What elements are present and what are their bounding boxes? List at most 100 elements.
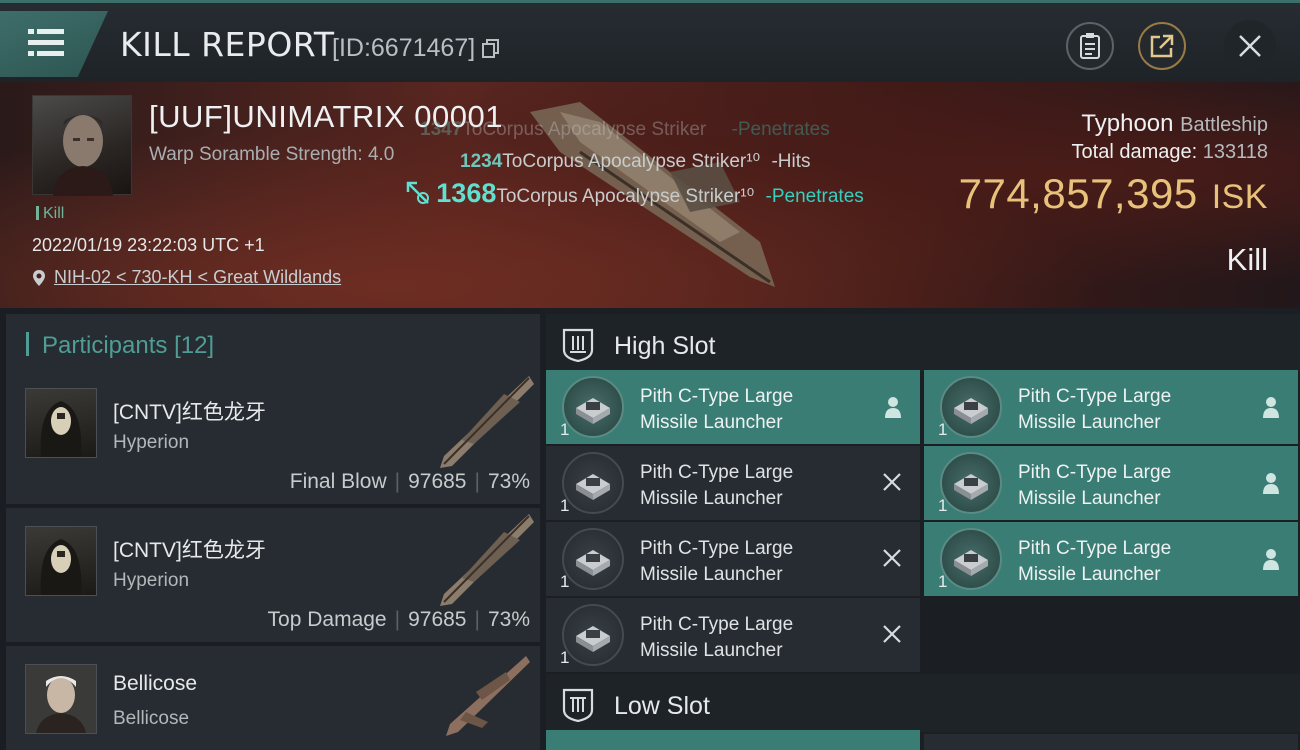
module-slot[interactable] — [924, 734, 1298, 750]
module-name-line1: Pith C-Type Large — [640, 538, 794, 559]
module-quantity: 1 — [560, 648, 570, 667]
module-name-line2: Missile Launcher — [640, 412, 783, 433]
result-label: Kill — [1226, 242, 1268, 277]
share-button[interactable] — [1138, 22, 1186, 70]
participant-damage: 97685 — [408, 470, 467, 493]
participant-role: Top Damage — [267, 608, 387, 631]
location-text: NIH-02 < 730-KH < Great Wildlands — [54, 267, 342, 287]
damage-log-entry: 1234ToCorpus Apocalypse Striker¹⁰ -Hits — [460, 151, 811, 172]
close-icon — [1239, 35, 1261, 57]
module-name-line2: Missile Launcher — [1018, 412, 1161, 433]
destroyed-x-icon — [883, 625, 901, 643]
pilot-portrait-icon — [26, 665, 96, 733]
pilot-portrait-icon — [53, 115, 113, 196]
module-quantity: 1 — [560, 420, 570, 439]
module-name-line1: Pith C-Type Large — [1018, 538, 1172, 559]
participants-header: Participants [12] — [6, 314, 540, 372]
fitting-panel: High Slot 1 Pith C-Type Large Missile Lau… — [540, 308, 1300, 750]
shield-icon — [562, 328, 594, 362]
participant-row[interactable]: [CNTV]红色龙牙 Hyperion Final Blow | 97685 | 73% — [6, 370, 540, 504]
damage-log-entry: 1368ToCorpus Apocalypse Striker¹⁰ -Penet… — [405, 178, 864, 209]
clipboard-icon — [1080, 33, 1100, 59]
helmet-portrait-icon — [40, 401, 82, 457]
participant-ship-image — [440, 376, 534, 468]
victim-avatar[interactable] — [32, 95, 132, 196]
destroyed-x-icon — [883, 473, 901, 491]
location-link[interactable]: NIH-02 < 730-KH < Great Wildlands — [32, 267, 341, 288]
module-name-line2: Missile Launcher — [640, 564, 783, 585]
module-quantity: 1 — [938, 420, 948, 439]
copy-icon[interactable] — [482, 39, 500, 59]
participant-ship: Bellicose — [113, 708, 190, 729]
participant-avatar[interactable] — [25, 388, 97, 458]
helmet-portrait-icon — [40, 539, 82, 595]
missile-launcher-icon — [940, 376, 1002, 438]
participant-percent: 73% — [487, 608, 530, 631]
participant-role: Final Blow — [289, 470, 387, 493]
close-button[interactable] — [1224, 20, 1276, 72]
menu-button[interactable] — [0, 11, 108, 77]
warp-scramble-strength: Warp Soramble Strength: 4.0 — [149, 144, 395, 165]
participant-damage: 97685 — [408, 608, 467, 631]
module-slot[interactable]: 1 Pith C-Type Large Missile Launcher — [546, 370, 920, 444]
module-quantity: 1 — [560, 496, 570, 515]
top-bar: KILL REPORT [ID:6671467] — [0, 0, 1300, 82]
header-accent-bar — [26, 332, 29, 356]
participant-row[interactable]: [CNTV]红色龙牙 Hyperion Top Damage | 97685 | 73% — [6, 508, 540, 642]
module-slot[interactable] — [546, 730, 920, 750]
page-title: KILL REPORT — [120, 25, 335, 64]
participant-stats: Final Blow | 97685 | 73% — [289, 470, 530, 493]
module-name-line1: Pith C-Type Large — [1018, 462, 1172, 483]
participant-name: [CNTV]红色龙牙 — [113, 539, 266, 562]
kill-datetime: 2022/01/19 23:22:03 UTC +1 — [32, 235, 265, 255]
report-id: [ID:6671467] — [332, 34, 476, 62]
total-damage: Total damage: 133118 — [1071, 141, 1268, 163]
module-slot[interactable]: 1 Pith C-Type Large Missile Launcher — [924, 522, 1298, 596]
participant-row[interactable]: Bellicose Bellicose — [6, 646, 540, 750]
missile-launcher-icon — [562, 528, 624, 590]
dropped-person-icon — [1263, 549, 1279, 570]
low-slot-header: Low Slot — [546, 674, 1300, 732]
module-name-line2: Missile Launcher — [1018, 488, 1161, 509]
ship-type: Typhoon Battleship — [1081, 110, 1268, 137]
module-slot[interactable]: 1 Pith C-Type Large Missile Launcher — [546, 446, 920, 520]
module-slot[interactable]: 1 Pith C-Type Large Missile Launcher — [924, 370, 1298, 444]
module-slot[interactable]: 1 Pith C-Type Large Missile Launcher — [546, 522, 920, 596]
participant-ship: Hyperion — [113, 432, 190, 453]
shield-icon — [562, 688, 594, 722]
missile-icon — [406, 181, 429, 204]
victim-banner: [UUF]UNIMATRIX 00001 Warp Soramble Stren… — [0, 82, 1300, 308]
module-name-line2: Missile Launcher — [640, 488, 783, 509]
module-slot[interactable]: 1 Pith C-Type Large Missile Launcher — [924, 446, 1298, 520]
module-name-line1: Pith C-Type Large — [640, 462, 794, 483]
missile-launcher-icon — [940, 452, 1002, 514]
module-quantity: 1 — [560, 572, 570, 591]
participant-avatar[interactable] — [25, 664, 97, 734]
missile-launcher-icon — [562, 452, 624, 514]
missile-launcher-icon — [940, 528, 1002, 590]
isk-value: 774,857,395 ISK — [958, 170, 1268, 217]
module-name-line1: Pith C-Type Large — [1018, 386, 1172, 407]
dropped-person-icon — [1263, 473, 1279, 494]
missile-launcher-icon — [562, 604, 624, 666]
participants-count: [12] — [174, 332, 215, 359]
participant-avatar[interactable] — [25, 526, 97, 596]
module-slot[interactable]: 1 Pith C-Type Large Missile Launcher — [546, 598, 920, 672]
high-slot-header: High Slot — [546, 314, 1300, 372]
module-name-line2: Missile Launcher — [1018, 564, 1161, 585]
kill-tag: Kill — [36, 205, 64, 223]
dropped-person-icon — [885, 397, 901, 418]
participant-name: [CNTV]红色龙牙 — [113, 401, 266, 424]
dropped-person-icon — [1263, 397, 1279, 418]
participant-percent: 73% — [487, 470, 530, 493]
share-icon — [1150, 34, 1174, 58]
module-quantity: 1 — [938, 572, 948, 591]
clipboard-button[interactable] — [1066, 22, 1114, 70]
participant-stats: Top Damage | 97685 | 73% — [267, 608, 530, 631]
module-quantity: 1 — [938, 496, 948, 515]
menu-icon — [28, 29, 64, 56]
location-pin-icon — [33, 269, 45, 286]
participant-ship: Hyperion — [113, 570, 190, 591]
missile-launcher-icon — [562, 376, 624, 438]
participant-ship-image — [446, 656, 530, 736]
